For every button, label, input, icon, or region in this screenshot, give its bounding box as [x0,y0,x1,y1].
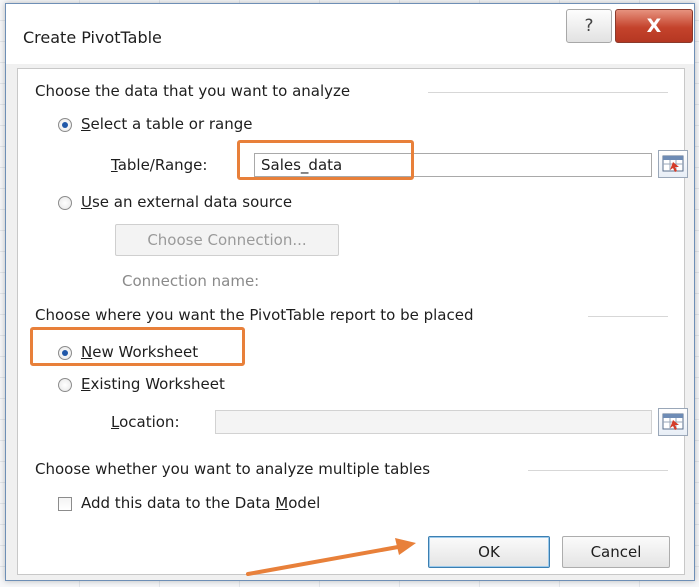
arrow-annotation [246,538,416,576]
